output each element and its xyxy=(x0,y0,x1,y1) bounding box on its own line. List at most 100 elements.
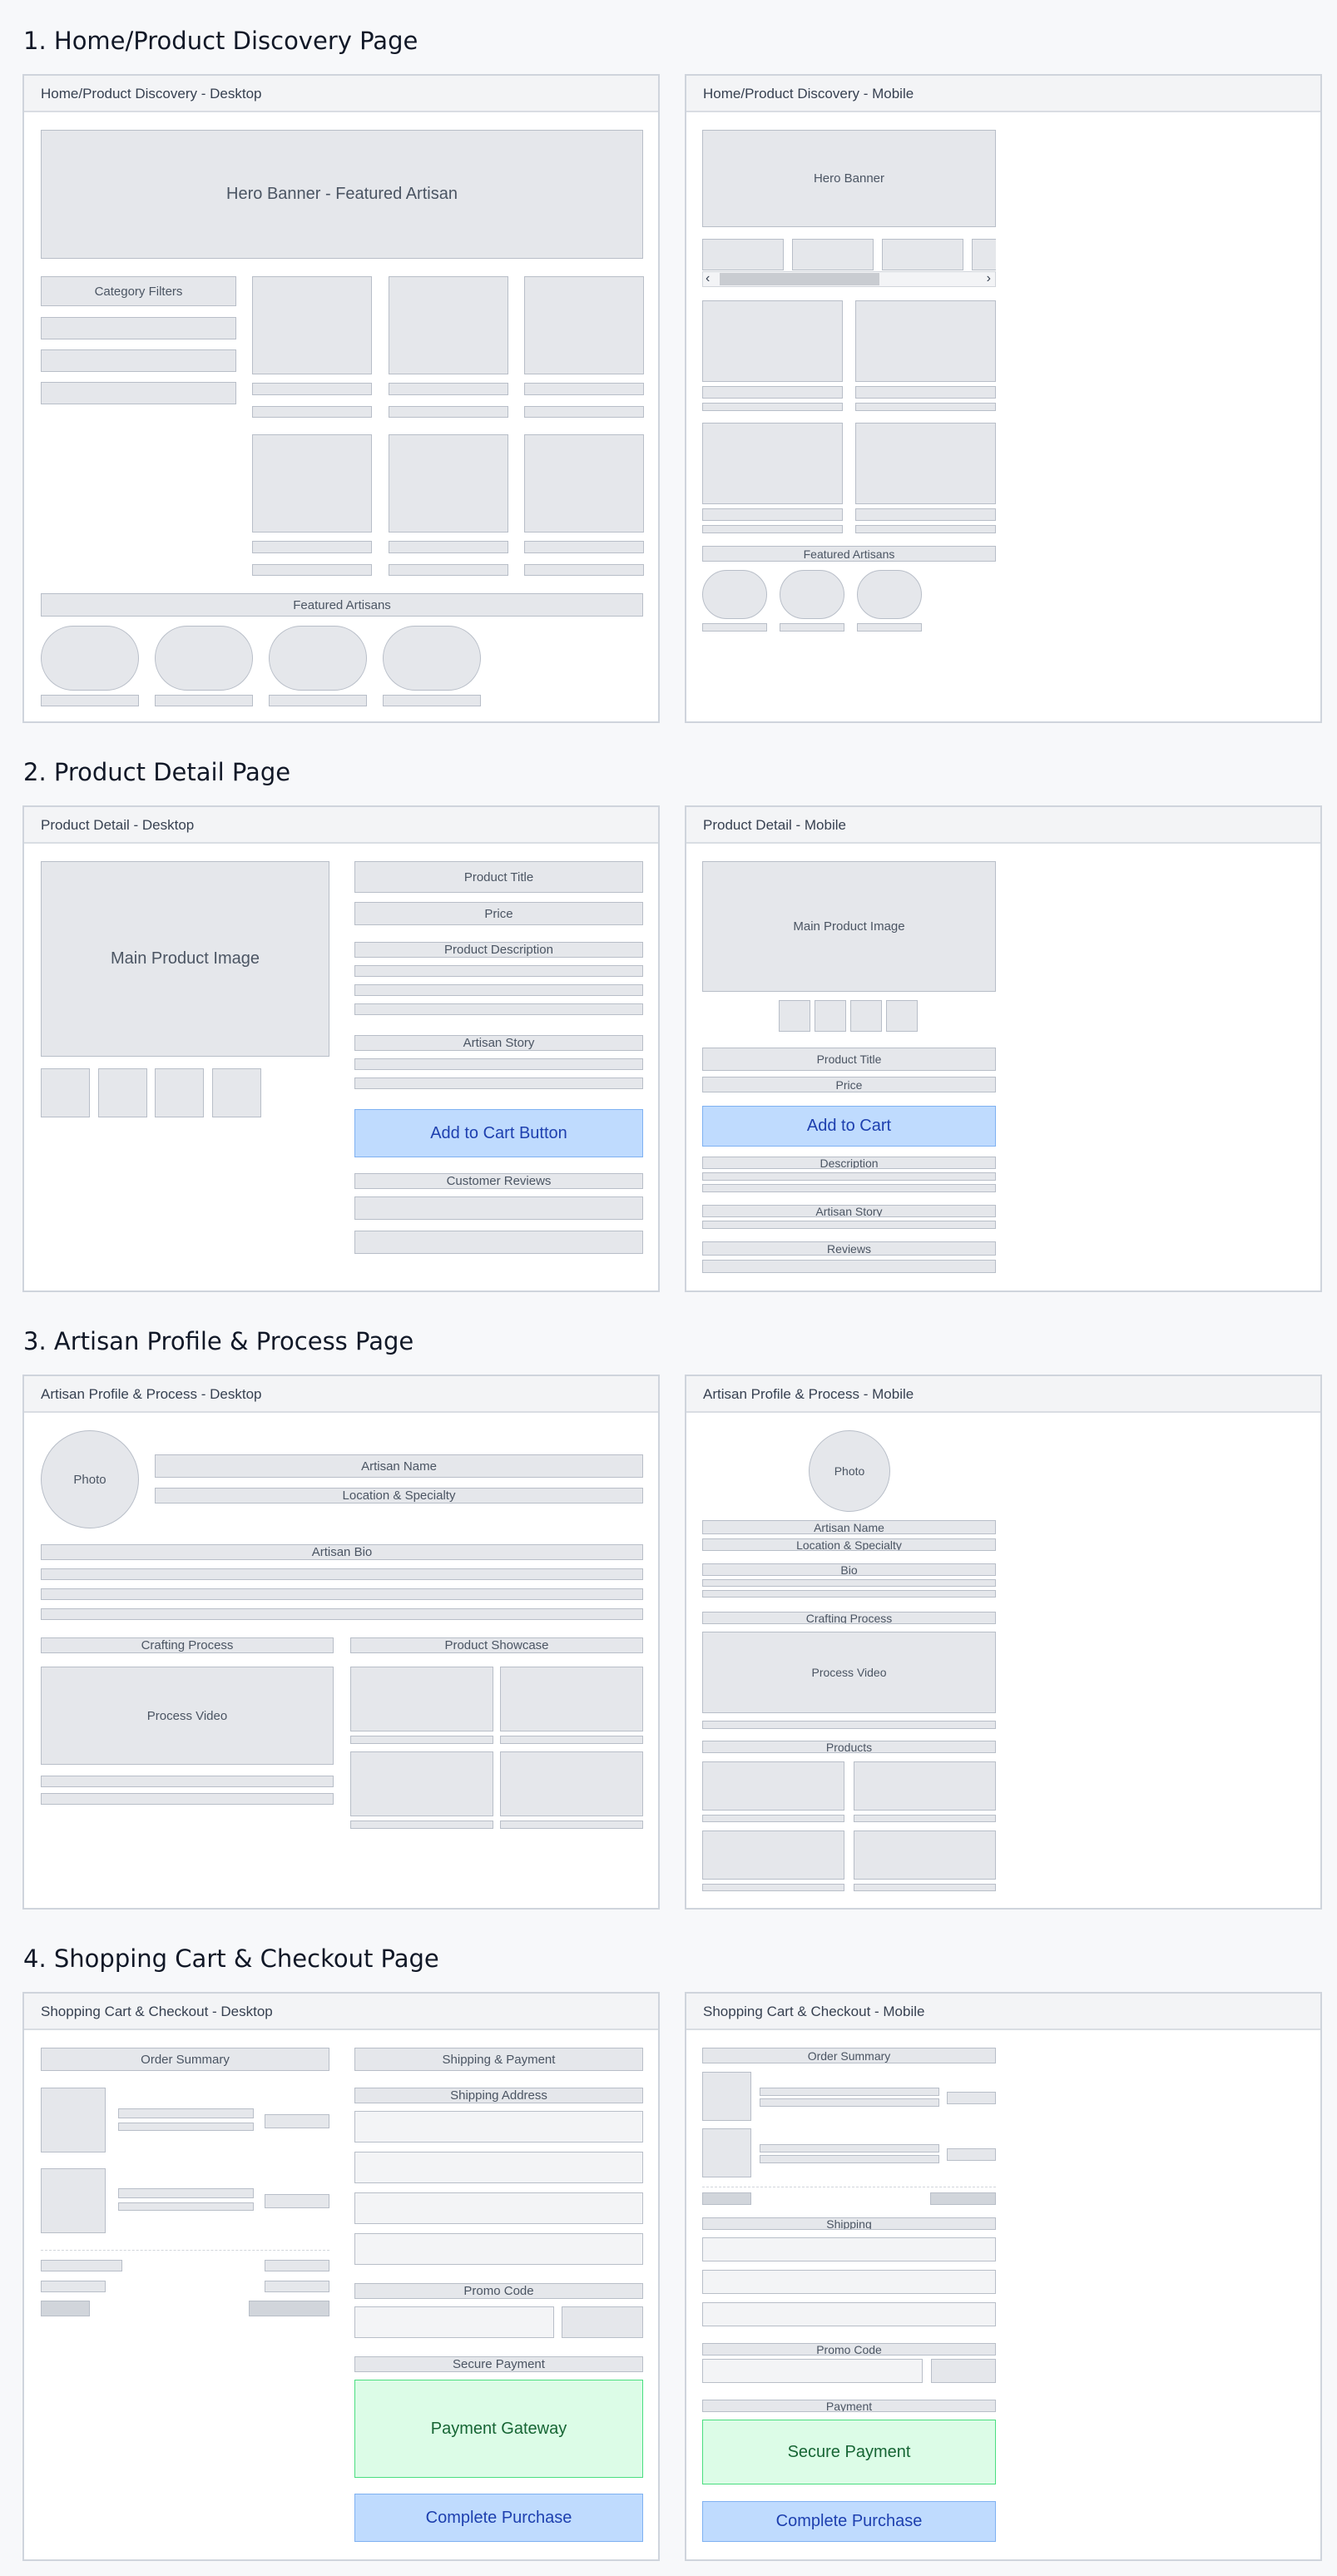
showcase-product-image[interactable] xyxy=(350,1667,493,1731)
category-chip[interactable] xyxy=(972,239,996,270)
text-line xyxy=(702,1721,996,1729)
thumbnail[interactable] xyxy=(850,1000,882,1032)
secure-payment-gateway[interactable]: Secure Payment xyxy=(702,2420,996,2484)
hero-banner[interactable]: Hero Banner xyxy=(702,130,996,227)
profile-desktop-frame: Artisan Profile & Process - Desktop Phot… xyxy=(22,1375,660,1910)
product-card-title xyxy=(252,383,372,395)
shipping-payment-heading: Shipping & Payment xyxy=(354,2048,643,2071)
artisan-story-heading: Artisan Story xyxy=(702,1205,996,1217)
product-card-image[interactable] xyxy=(855,300,996,382)
horizontal-scrollbar[interactable]: ‹ › xyxy=(702,271,996,287)
product-card-price xyxy=(855,525,996,533)
cart-item-image xyxy=(41,2088,106,2152)
product-card-image[interactable] xyxy=(252,276,372,374)
address-input[interactable] xyxy=(354,2192,643,2224)
artisan-avatar[interactable] xyxy=(155,626,253,691)
product-card-image[interactable] xyxy=(702,300,843,382)
artisan-location: Location & Specialty xyxy=(702,1538,996,1551)
product-card-image[interactable] xyxy=(854,1761,996,1811)
detail-mobile-frame: Product Detail - Mobile Main Product Ima… xyxy=(685,805,1322,1292)
frame-title: Shopping Cart & Checkout - Desktop xyxy=(41,2004,273,2019)
address-input[interactable] xyxy=(354,2111,643,2143)
payment-gateway[interactable]: Payment Gateway xyxy=(354,2380,643,2478)
address-input[interactable] xyxy=(702,2270,996,2294)
text-line xyxy=(702,1221,996,1229)
product-card-image[interactable] xyxy=(252,434,372,533)
frame-header: Home/Product Discovery - Desktop xyxy=(24,76,658,112)
showcase-product-label xyxy=(500,1736,643,1744)
thumbnail[interactable] xyxy=(815,1000,846,1032)
cart-item-detail xyxy=(118,2202,254,2211)
showcase-product-image[interactable] xyxy=(350,1751,493,1816)
order-summary-heading: Order Summary xyxy=(702,2048,996,2063)
process-video[interactable]: Process Video xyxy=(702,1632,996,1713)
thumbnail[interactable] xyxy=(779,1000,810,1032)
cart-item-image xyxy=(702,2072,751,2121)
product-card-image[interactable] xyxy=(702,1830,844,1880)
frame-title: Product Detail - Desktop xyxy=(41,817,195,833)
product-card-image[interactable] xyxy=(524,276,644,374)
category-chip[interactable] xyxy=(702,239,784,270)
main-product-image[interactable]: Main Product Image xyxy=(41,861,329,1057)
artisan-name xyxy=(383,695,481,706)
showcase-product-label xyxy=(500,1821,643,1829)
product-card-image[interactable] xyxy=(524,434,644,533)
category-filters[interactable]: Category Filters xyxy=(41,276,236,306)
artisan-avatar[interactable] xyxy=(269,626,367,691)
artisan-avatar[interactable] xyxy=(383,626,481,691)
thumbnail[interactable] xyxy=(212,1068,261,1117)
product-card-label xyxy=(854,1884,996,1891)
filter-item[interactable] xyxy=(41,349,236,372)
main-product-image[interactable]: Main Product Image xyxy=(702,861,996,992)
showcase-product-image[interactable] xyxy=(500,1667,643,1731)
product-card-image[interactable] xyxy=(389,434,508,533)
product-card-image[interactable] xyxy=(855,423,996,504)
thumbnail[interactable] xyxy=(155,1068,204,1117)
frame-title: Product Detail - Mobile xyxy=(703,817,846,833)
thumbnail[interactable] xyxy=(886,1000,918,1032)
hero-banner[interactable]: Hero Banner - Featured Artisan xyxy=(41,130,643,259)
apply-promo-button[interactable] xyxy=(931,2359,996,2383)
promo-code-input[interactable] xyxy=(354,2306,554,2338)
thumbnail[interactable] xyxy=(41,1068,90,1117)
product-card-image[interactable] xyxy=(702,423,843,504)
summary-divider xyxy=(41,2250,329,2251)
category-chip[interactable] xyxy=(882,239,963,270)
complete-purchase-button[interactable]: Complete Purchase xyxy=(702,2501,996,2542)
chevron-left-icon[interactable]: ‹ xyxy=(706,272,710,285)
add-to-cart-button[interactable]: Add to Cart Button xyxy=(354,1109,643,1157)
detail-desktop-frame: Product Detail - Desktop Main Product Im… xyxy=(22,805,660,1292)
frame-header: Artisan Profile & Process - Desktop xyxy=(24,1376,658,1413)
artisan-avatar[interactable] xyxy=(702,570,767,619)
product-title: Product Title xyxy=(702,1048,996,1071)
thumbnail[interactable] xyxy=(98,1068,147,1117)
filter-item[interactable] xyxy=(41,382,236,404)
promo-code-input[interactable] xyxy=(702,2359,923,2383)
address-input[interactable] xyxy=(354,2152,643,2183)
address-input[interactable] xyxy=(354,2233,643,2265)
artisan-avatar[interactable] xyxy=(857,570,922,619)
artisan-avatar[interactable] xyxy=(41,626,139,691)
product-card-image[interactable] xyxy=(702,1761,844,1811)
complete-purchase-button[interactable]: Complete Purchase xyxy=(354,2494,643,2542)
section-title-checkout: 4. Shopping Cart & Checkout Page xyxy=(23,1944,439,1973)
artisan-photo[interactable]: Photo xyxy=(809,1430,890,1512)
product-card-image[interactable] xyxy=(389,276,508,374)
product-showcase-heading: Product Showcase xyxy=(350,1637,643,1653)
text-line xyxy=(354,1077,643,1089)
product-card-image[interactable] xyxy=(854,1830,996,1880)
category-chip[interactable] xyxy=(792,239,874,270)
address-input[interactable] xyxy=(702,2302,996,2326)
showcase-product-image[interactable] xyxy=(500,1751,643,1816)
filter-item[interactable] xyxy=(41,317,236,339)
apply-promo-button[interactable] xyxy=(562,2306,643,2338)
artisan-photo[interactable]: Photo xyxy=(41,1430,139,1528)
address-input[interactable] xyxy=(702,2237,996,2261)
product-card-title xyxy=(524,541,644,553)
chevron-right-icon[interactable]: › xyxy=(987,272,991,285)
add-to-cart-button[interactable]: Add to Cart xyxy=(702,1106,996,1147)
cart-item-image xyxy=(702,2128,751,2177)
scrollbar-thumb[interactable] xyxy=(720,273,879,285)
artisan-avatar[interactable] xyxy=(780,570,844,619)
process-video[interactable]: Process Video xyxy=(41,1667,334,1765)
